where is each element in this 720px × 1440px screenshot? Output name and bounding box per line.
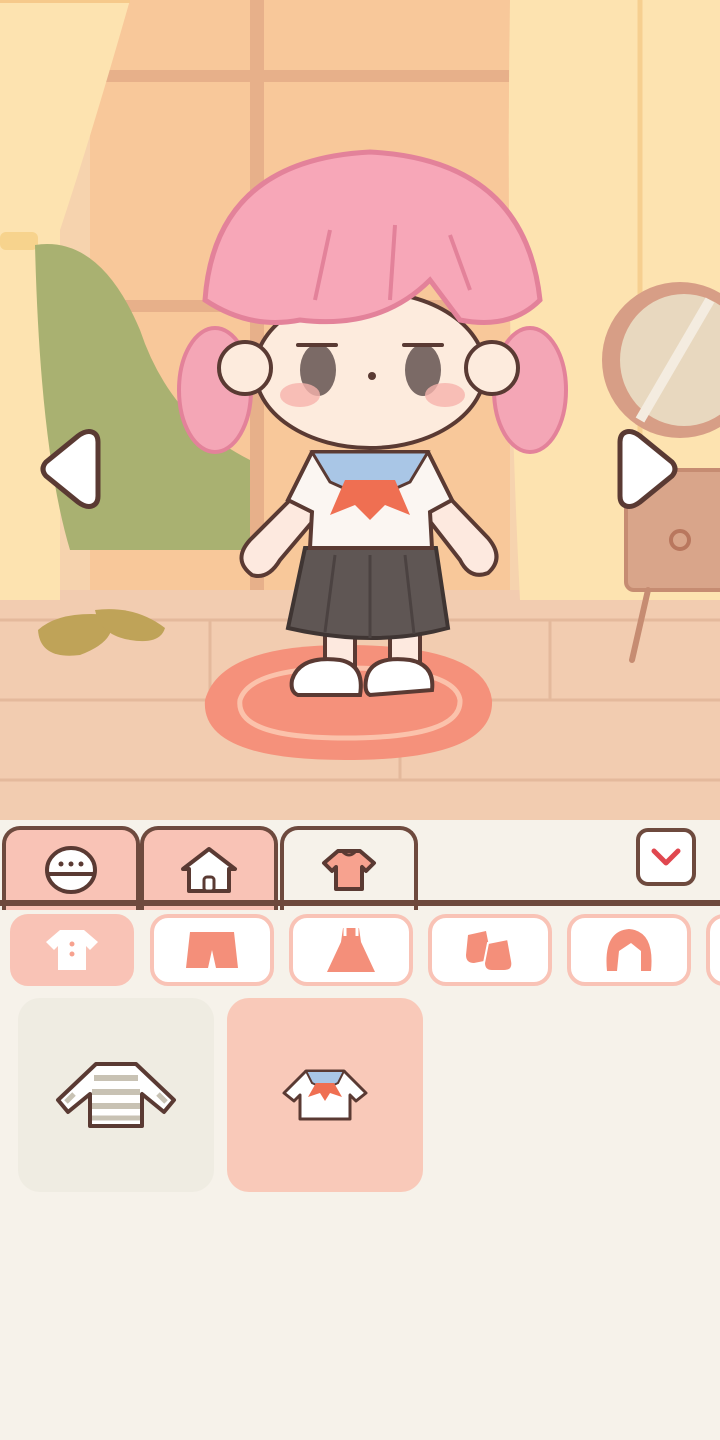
category-socks[interactable] [428,914,552,986]
dress-icon [327,928,375,972]
character [177,149,568,698]
hair-icon [606,929,652,971]
tab-clothes[interactable] [280,826,418,910]
collapse-panel-button[interactable] [636,828,696,886]
prev-room-button[interactable] [38,424,102,514]
item-sailor-top[interactable] [227,998,423,1192]
next-room-button[interactable] [616,424,680,514]
triangle-left-icon [40,429,101,509]
category-bar [0,906,720,992]
item-striped-shirt[interactable] [18,998,214,1192]
sailor-top-icon [282,1069,368,1121]
category-hair[interactable] [567,914,691,986]
shorts-icon [186,932,238,968]
room-scene [0,0,720,900]
triangle-right-icon [617,429,678,509]
striped-shirt-icon [56,1062,176,1128]
category-bottoms[interactable] [150,914,274,986]
socks-icon [466,931,514,972]
main-tabs [0,820,720,910]
tab-house[interactable] [140,826,278,910]
house-icon [181,847,237,893]
category-tops[interactable] [10,914,134,986]
face-icon [45,846,97,894]
tab-face[interactable] [2,826,140,910]
category-more[interactable] [706,914,720,986]
category-dresses[interactable] [289,914,413,986]
shirt-icon [322,849,376,891]
tshirt-icon [46,930,98,970]
chevron-down-icon [651,848,681,866]
